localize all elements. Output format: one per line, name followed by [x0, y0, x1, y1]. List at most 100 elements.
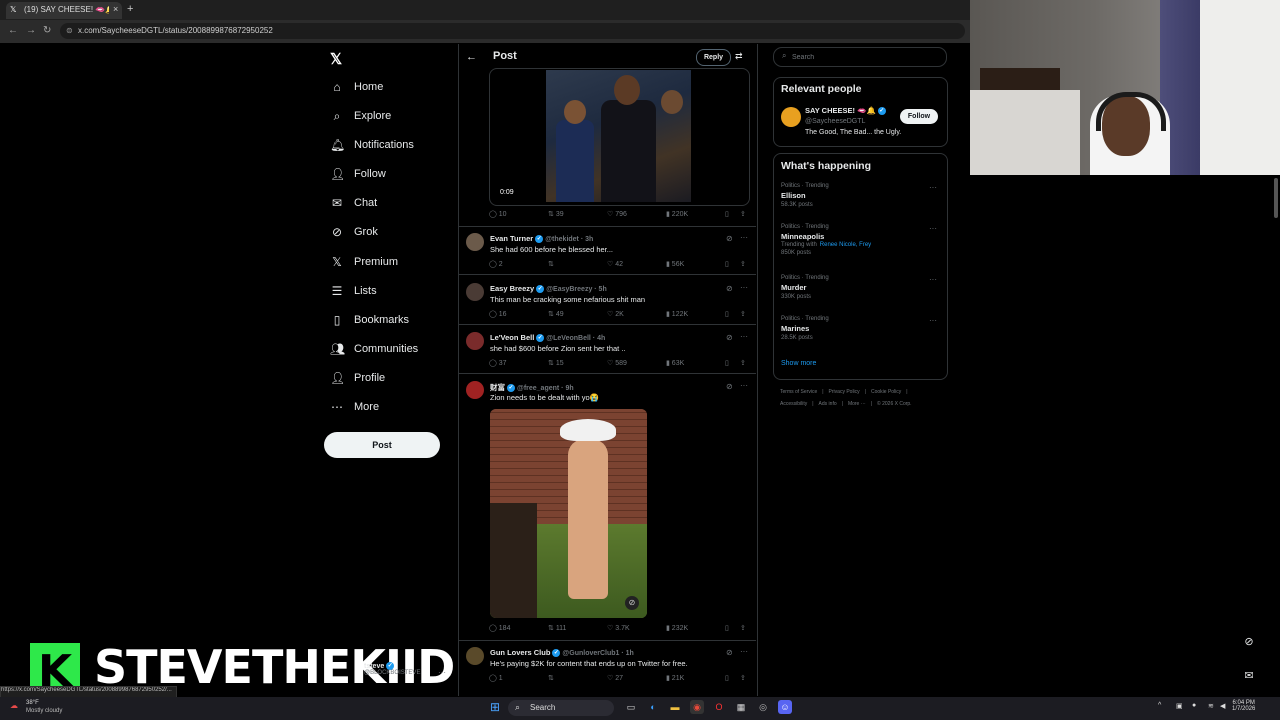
close-tab-icon[interactable]: ×: [113, 4, 118, 14]
more-options-icon[interactable]: ···: [740, 332, 748, 341]
footer-link[interactable]: Terms of Service: [780, 389, 817, 395]
reply-author[interactable]: Le'Veon Bell ✓ @LeVeonBell · 4h: [490, 333, 605, 343]
sidebar-item-more[interactable]: ⋯ More: [330, 397, 379, 417]
search-input[interactable]: [790, 50, 944, 65]
reply-views[interactable]: ▮ 56K: [666, 260, 684, 268]
avatar[interactable]: [466, 332, 484, 350]
grok-analyze-icon[interactable]: ⊘: [625, 596, 639, 610]
clock[interactable]: 6:04 PM 1/7/2026: [1232, 700, 1255, 712]
site-info-icon[interactable]: ⊜: [66, 26, 73, 35]
reply-views[interactable]: ▮ 63K: [666, 359, 684, 367]
reply-reposts[interactable]: ⇅: [548, 260, 554, 268]
share-icon[interactable]: ⇪: [740, 674, 746, 682]
follow-button[interactable]: Follow: [900, 109, 938, 124]
reply-likes[interactable]: ♡ 3.7K: [607, 624, 630, 632]
footer-link[interactable]: Ads info: [819, 401, 837, 407]
messages-float-icon[interactable]: ✉: [1238, 665, 1260, 687]
reply-reposts[interactable]: ⇅: [548, 674, 554, 682]
reply-reposts[interactable]: ⇅ 111: [548, 624, 566, 632]
main-post-views[interactable]: ▮ 220K: [666, 210, 688, 218]
share-icon[interactable]: ⇪: [740, 359, 746, 367]
bookmark-icon[interactable]: ▯: [725, 359, 729, 367]
reply-replies[interactable]: ◯ 37: [489, 359, 507, 367]
more-options-icon[interactable]: ···: [929, 275, 937, 284]
reply-author[interactable]: Easy Breezy ✓ @EasyBreezy · 5h: [490, 284, 607, 294]
trend-item[interactable]: Politics · Trending Murder 330K posts ···: [781, 275, 941, 300]
more-options-icon[interactable]: ···: [740, 283, 748, 292]
grok-icon[interactable]: ⊘: [726, 648, 733, 657]
weather-widget[interactable]: ☁ 38°F Mostly cloudy: [4, 699, 74, 719]
sidebar-item-chat[interactable]: ✉ Chat: [330, 193, 377, 213]
sidebar-item-follow[interactable]: 👤︎ Follow: [330, 164, 386, 184]
avatar[interactable]: [466, 283, 484, 301]
volume-icon[interactable]: ◀: [1220, 702, 1225, 710]
adjust-icon[interactable]: ⇄: [735, 51, 743, 62]
file-explorer-icon[interactable]: ▬: [668, 700, 682, 714]
reply-reposts[interactable]: ⇅ 15: [548, 359, 564, 367]
scrollbar[interactable]: [1274, 178, 1278, 218]
avatar[interactable]: [781, 107, 801, 127]
more-options-icon[interactable]: ···: [740, 233, 748, 242]
bookmark-icon[interactable]: ▯: [725, 310, 729, 318]
obs-icon[interactable]: ◎: [756, 700, 770, 714]
reply-likes[interactable]: ♡ 589: [607, 359, 627, 367]
footer-link[interactable]: Cookie Policy: [871, 389, 901, 395]
reply-likes[interactable]: ♡ 42: [607, 260, 623, 268]
bookmark-icon[interactable]: ▯: [725, 624, 729, 632]
reply-views[interactable]: ▮ 232K: [666, 624, 688, 632]
sidebar-item-home[interactable]: ⌂ Home: [330, 77, 383, 97]
browser-tab[interactable]: 𝕏 (19) SAY CHEESE! 🫦🔔 on X: ×: [6, 2, 122, 19]
back-arrow-icon[interactable]: ←: [8, 25, 18, 36]
reply-replies[interactable]: ◯ 2: [489, 260, 503, 268]
reply-likes[interactable]: ♡ 27: [607, 674, 623, 682]
reply-button[interactable]: Reply: [696, 49, 731, 66]
sidebar-item-notifications[interactable]: 🔔︎ Notifications: [330, 135, 414, 155]
reply-likes[interactable]: ♡ 2K: [607, 310, 624, 318]
reply-views[interactable]: ▮ 122K: [666, 310, 688, 318]
chrome-icon[interactable]: ◉: [690, 700, 704, 714]
footer-link[interactable]: More ···: [848, 401, 866, 407]
sidebar-item-profile[interactable]: 👤︎ Profile: [330, 368, 385, 388]
reply-replies[interactable]: ◯ 184: [489, 624, 510, 632]
url-field[interactable]: ⊜ x.com/SaycheeseDGTL/status/20088998768…: [60, 23, 965, 39]
calculator-icon[interactable]: ▦: [734, 700, 748, 714]
more-options-icon[interactable]: ···: [740, 381, 748, 390]
footer-link[interactable]: Accessibility: [780, 401, 807, 407]
reply-replies[interactable]: ◯ 1: [489, 674, 503, 682]
grok-float-icon[interactable]: ⊘: [1238, 631, 1260, 653]
more-options-icon[interactable]: ···: [929, 224, 937, 233]
sidebar-item-communities[interactable]: 👥︎ Communities: [330, 339, 418, 359]
bookmark-icon[interactable]: ▯: [725, 260, 729, 268]
main-post-replies[interactable]: ◯ 10: [489, 210, 507, 218]
grok-icon[interactable]: ⊘: [726, 333, 733, 342]
sidebar-item-premium[interactable]: 𝕏 Premium: [330, 252, 398, 272]
reply-media-image[interactable]: ⊘: [490, 409, 647, 618]
reply-views[interactable]: ▮ 21K: [666, 674, 684, 682]
task-view-icon[interactable]: ▭: [624, 700, 638, 714]
reply-author[interactable]: Gun Lovers Club ✓ @GunloverClub1 · 1h: [490, 648, 634, 658]
more-options-icon[interactable]: ···: [929, 316, 937, 325]
video-frame[interactable]: [546, 70, 691, 202]
network-icon[interactable]: ▣: [1176, 702, 1183, 710]
bookmark-icon[interactable]: ▯: [725, 210, 729, 218]
new-tab-icon[interactable]: +: [127, 3, 133, 15]
forward-arrow-icon[interactable]: →: [26, 25, 36, 36]
grok-icon[interactable]: ⊘: [726, 382, 733, 391]
main-post-reposts[interactable]: ⇅ 39: [548, 210, 564, 218]
reply-replies[interactable]: ◯ 16: [489, 310, 507, 318]
footer-link[interactable]: © 2026 X Corp.: [877, 401, 912, 407]
reply-author[interactable]: 财富 ✓ @free_agent · 9h: [490, 382, 574, 393]
trend-item[interactable]: Politics · Trending Marines 28.5K posts ···: [781, 316, 941, 341]
share-icon[interactable]: ⇪: [740, 624, 746, 632]
footer-link[interactable]: Privacy Policy: [829, 389, 860, 395]
bookmark-icon[interactable]: ▯: [725, 674, 729, 682]
trend-context-link[interactable]: Renee Nicole, Frey: [820, 242, 871, 248]
edge-icon[interactable]: ◐: [646, 700, 660, 714]
avatar[interactable]: [466, 381, 484, 399]
sidebar-item-lists[interactable]: ☰ Lists: [330, 281, 377, 301]
taskbar-search[interactable]: ⌕ Search: [508, 700, 614, 716]
show-more-link[interactable]: Show more: [781, 360, 816, 367]
windows-start-icon[interactable]: ⊞: [488, 700, 502, 714]
grok-icon[interactable]: ⊘: [726, 284, 733, 293]
person-name[interactable]: SAY CHEESE! 🫦🔔 ✓: [805, 106, 888, 116]
